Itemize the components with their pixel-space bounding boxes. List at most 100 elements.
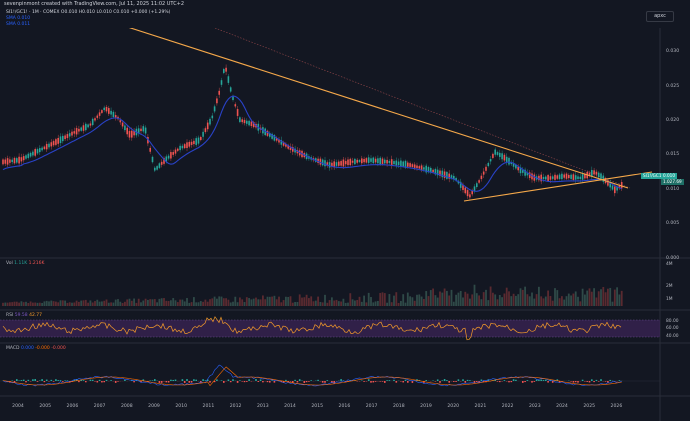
current-sub-badge: 1.027.69	[661, 179, 684, 185]
volume-bar	[257, 299, 260, 306]
volume-bar	[533, 298, 536, 306]
volume-bar	[457, 292, 460, 306]
candle-body	[556, 175, 559, 179]
macd-hist-bar	[285, 379, 287, 381]
volume-bar	[565, 296, 568, 306]
candle-body	[402, 161, 404, 167]
candle-body	[351, 160, 354, 163]
candle-body	[41, 147, 43, 151]
macd-hist-bar	[193, 379, 195, 381]
macd-hist-bar	[170, 379, 172, 381]
candle-body	[27, 153, 30, 158]
time-axis: 2004 2005 2006 2007 2008 2009 2010 2011 2012 2013…	[12, 403, 622, 409]
volume-bar	[372, 302, 375, 306]
sma-line	[2, 95, 622, 192]
volume-bar	[188, 302, 191, 306]
volume-bar	[305, 294, 308, 306]
candle-body	[250, 121, 253, 127]
volume-bar	[554, 288, 556, 306]
candle-body	[156, 166, 158, 170]
volume-bar	[409, 296, 411, 306]
candle-body	[340, 161, 342, 166]
time-axis-label: 2018	[393, 403, 405, 409]
candle-body	[407, 162, 409, 167]
chart-canvas[interactable]: 0.030 0.025 0.020 0.015 0.010 0.005 0.00…	[0, 0, 690, 421]
volume-bar	[317, 296, 319, 306]
candle-body	[591, 170, 593, 177]
volume-bar	[459, 290, 462, 306]
candle-body	[216, 98, 218, 104]
volume-bar	[342, 298, 345, 306]
macd-hist-bar	[310, 380, 312, 381]
candle-body	[542, 176, 545, 180]
candle-body	[25, 155, 27, 159]
volume-bar	[190, 302, 193, 306]
macd-hist-bar	[66, 380, 69, 381]
candle-body	[202, 131, 204, 137]
volume-bar	[216, 298, 218, 306]
volume-bar	[602, 287, 605, 306]
volume-bar	[381, 292, 384, 306]
volume-bar	[420, 296, 423, 306]
candle-body	[370, 158, 372, 162]
volume-bar	[308, 298, 310, 306]
macd-hist-bar	[593, 381, 595, 383]
volume-bar	[402, 294, 405, 306]
candle-body	[55, 139, 57, 145]
rsi-axis-label: 60.00	[666, 325, 679, 331]
volume-legend-value1: 1.11K	[14, 261, 28, 266]
volume-bar	[68, 302, 71, 306]
macd-hist-bar	[388, 380, 391, 381]
macd-hist-bar	[223, 381, 225, 383]
volume-bar	[114, 299, 117, 306]
candle-body	[379, 157, 381, 165]
volume-bar	[395, 292, 398, 306]
volume-bar	[446, 290, 448, 306]
volume-bar	[117, 299, 119, 306]
volume-bar	[303, 297, 306, 306]
volume-bar	[526, 294, 529, 306]
candle-body	[499, 152, 501, 157]
volume-bar	[558, 298, 561, 306]
macd-line	[2, 364, 622, 387]
volume-bar	[388, 294, 391, 306]
macd-hist-bar	[241, 381, 243, 382]
volume-bar	[600, 289, 602, 306]
macd-hist-bar	[545, 379, 547, 381]
candle-body	[446, 171, 448, 179]
time-axis-label: 2004	[12, 403, 24, 409]
volume-bar	[588, 288, 591, 306]
volume-bar	[340, 301, 342, 306]
volume-bar	[432, 288, 434, 306]
macd-hist-bar	[243, 381, 246, 383]
volume-bar	[264, 299, 267, 306]
volume-bar	[32, 302, 34, 306]
volume-bar	[124, 301, 126, 306]
volume-bar	[287, 296, 290, 306]
candle-body	[4, 159, 7, 164]
candle-body	[213, 106, 216, 112]
candle-body	[441, 170, 444, 178]
macd-hist-bar	[381, 381, 384, 382]
volume-bar	[452, 301, 455, 306]
macd-hist-bar	[384, 381, 386, 383]
candle-body	[338, 161, 340, 166]
time-axis-label: 2017	[366, 403, 378, 409]
candle-body	[361, 158, 363, 164]
candle-body	[158, 163, 161, 168]
time-axis-label: 2016	[339, 403, 351, 409]
macd-hist-bar	[298, 379, 301, 381]
candle-body	[397, 161, 400, 166]
candle-body	[565, 173, 568, 179]
macd-hist-bar	[425, 380, 427, 381]
macd-hist-bar	[236, 381, 239, 383]
macd-hist-bar	[446, 380, 448, 381]
candle-body	[94, 118, 96, 121]
macd-hist-bar	[379, 381, 381, 382]
volume-bar	[170, 300, 172, 306]
time-axis-label: 2020	[447, 403, 459, 409]
macd-hist-bar	[255, 379, 257, 381]
volume-bar	[199, 301, 202, 306]
macd-hist-bar	[609, 379, 611, 381]
candle-body	[574, 175, 577, 180]
